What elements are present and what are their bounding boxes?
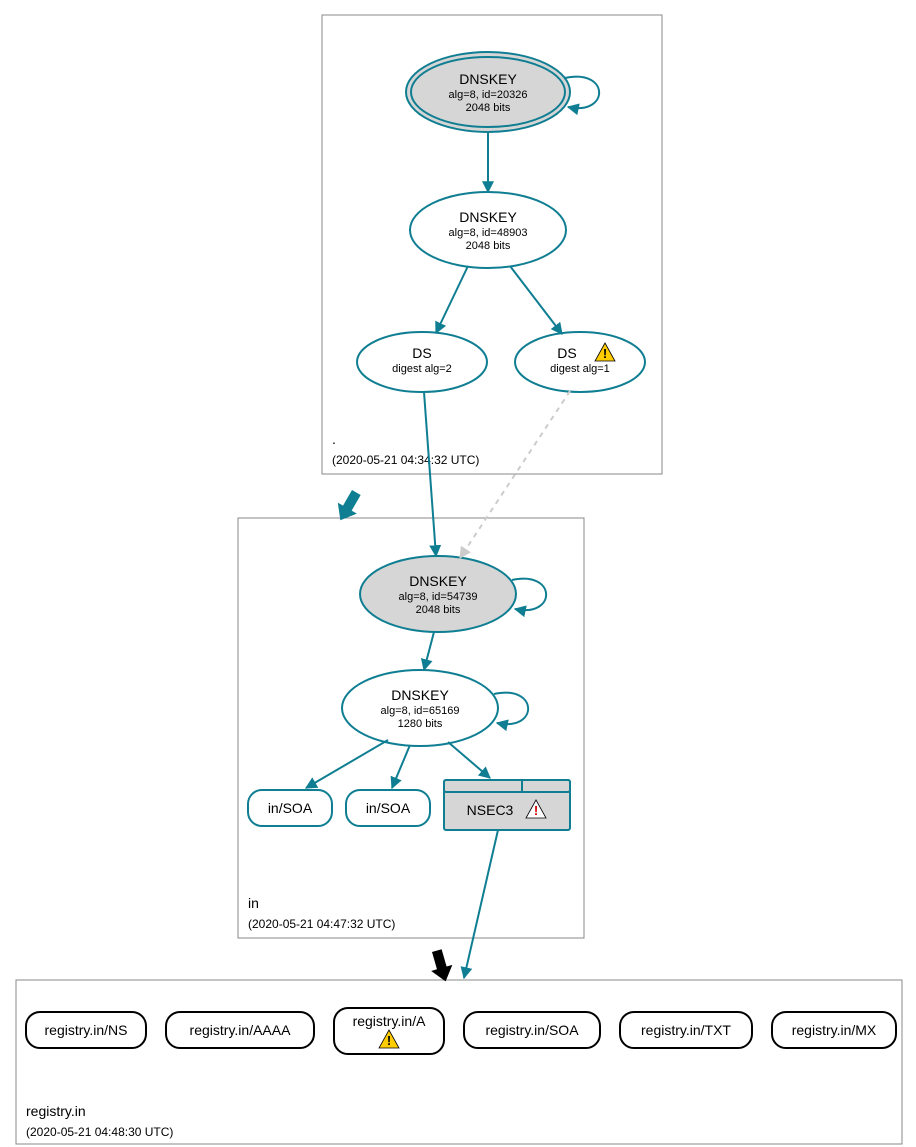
- svg-text:in/SOA: in/SOA: [268, 800, 313, 816]
- node-root-zsk: DNSKEY alg=8, id=48903 2048 bits: [410, 192, 566, 268]
- svg-text:alg=8, id=65169: alg=8, id=65169: [381, 705, 460, 717]
- svg-text:DS: DS: [412, 345, 431, 361]
- svg-text:digest alg=2: digest alg=2: [392, 363, 452, 375]
- edge-zsk-ds2: [436, 266, 468, 333]
- svg-text:in/SOA: in/SOA: [366, 800, 411, 816]
- edge-inzsk-soa2: [392, 745, 410, 788]
- edge-in-ksk-zsk: [424, 632, 434, 670]
- edge-inzsk-soa1: [306, 740, 388, 788]
- node-leaf-txt: registry.in/TXT: [620, 1012, 752, 1048]
- zone-link-arrow-root-in: [331, 487, 366, 526]
- dnssec-diagram: . (2020-05-21 04:34:32 UTC) DNSKEY alg=8…: [0, 0, 916, 1147]
- svg-text:digest alg=1: digest alg=1: [550, 363, 610, 375]
- svg-text:alg=8, id=54739: alg=8, id=54739: [399, 591, 478, 603]
- node-leaf-soa: registry.in/SOA: [464, 1012, 600, 1048]
- zone-root-name: .: [332, 431, 336, 447]
- node-leaf-aaaa: registry.in/AAAA: [166, 1012, 314, 1048]
- svg-text:DS: DS: [557, 345, 576, 361]
- zone-registry-timestamp: (2020-05-21 04:48:30 UTC): [26, 1125, 173, 1139]
- svg-text:registry.in/TXT: registry.in/TXT: [641, 1022, 731, 1038]
- svg-text:!: !: [534, 803, 538, 818]
- svg-text:DNSKEY: DNSKEY: [459, 209, 517, 225]
- edge-zsk-ds1: [510, 266, 562, 334]
- node-leaf-a: registry.in/A !: [334, 1008, 444, 1054]
- node-leaf-mx: registry.in/MX: [772, 1012, 896, 1048]
- svg-text:1280 bits: 1280 bits: [398, 718, 443, 730]
- zone-in-name: in: [248, 895, 259, 911]
- node-in-soa-1: in/SOA: [248, 790, 332, 826]
- edge-in-zsk-self: [494, 693, 528, 725]
- edge-in-ksk-self: [512, 579, 546, 611]
- node-leaf-ns: registry.in/NS: [26, 1012, 146, 1048]
- svg-text:NSEC3: NSEC3: [467, 802, 514, 818]
- node-root-ksk: DNSKEY alg=8, id=20326 2048 bits: [406, 52, 570, 132]
- svg-text:DNSKEY: DNSKEY: [459, 71, 517, 87]
- zone-registry-name: registry.in: [26, 1103, 86, 1119]
- svg-text:!: !: [387, 1033, 391, 1048]
- node-in-ksk: DNSKEY alg=8, id=54739 2048 bits: [360, 556, 516, 632]
- svg-text:DNSKEY: DNSKEY: [391, 687, 449, 703]
- node-in-soa-2: in/SOA: [346, 790, 430, 826]
- zone-registry-box: [16, 980, 902, 1144]
- svg-text:2048 bits: 2048 bits: [416, 604, 461, 616]
- edge-inzsk-nsec3: [448, 742, 490, 778]
- svg-text:registry.in/MX: registry.in/MX: [792, 1022, 877, 1038]
- edge-nsec3-registry: [464, 830, 498, 978]
- svg-text:!: !: [603, 346, 607, 361]
- svg-text:registry.in/SOA: registry.in/SOA: [485, 1022, 579, 1038]
- svg-text:2048 bits: 2048 bits: [466, 240, 511, 252]
- svg-text:registry.in/NS: registry.in/NS: [45, 1022, 128, 1038]
- zone-link-arrow-in-registry: [426, 948, 456, 985]
- svg-text:2048 bits: 2048 bits: [466, 102, 511, 114]
- node-in-zsk: DNSKEY alg=8, id=65169 1280 bits: [342, 670, 498, 746]
- zone-root-timestamp: (2020-05-21 04:34:32 UTC): [332, 453, 479, 467]
- svg-text:registry.in/AAAA: registry.in/AAAA: [190, 1022, 292, 1038]
- svg-text:registry.in/A: registry.in/A: [353, 1013, 427, 1029]
- node-nsec3: NSEC3 !: [444, 780, 570, 830]
- svg-text:DNSKEY: DNSKEY: [409, 573, 467, 589]
- svg-text:alg=8, id=20326: alg=8, id=20326: [449, 89, 528, 101]
- node-ds-alg1: DS digest alg=1 !: [515, 332, 645, 392]
- node-ds-alg2: DS digest alg=2: [357, 332, 487, 392]
- zone-in-timestamp: (2020-05-21 04:47:32 UTC): [248, 917, 395, 931]
- svg-text:alg=8, id=48903: alg=8, id=48903: [449, 227, 528, 239]
